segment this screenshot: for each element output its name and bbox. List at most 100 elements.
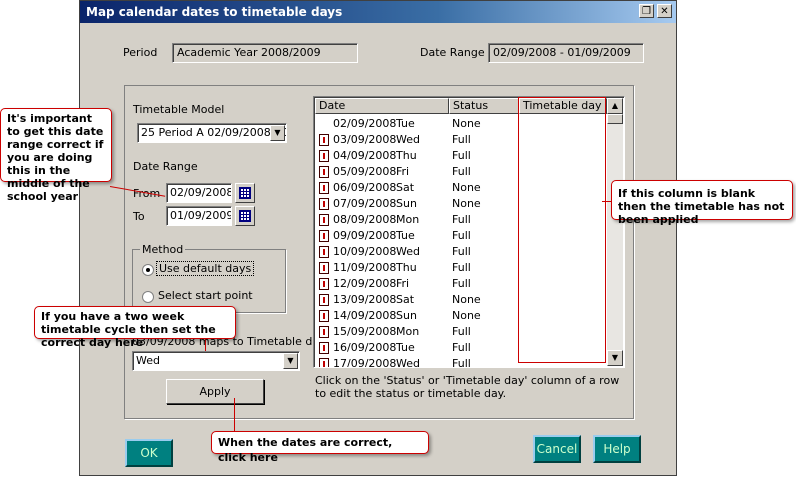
cell-day: Sat [396,181,415,194]
cell-day: Sun [396,309,417,322]
cell-date: 11/09/2008 [333,261,397,274]
document-icon [319,150,329,162]
cell-status[interactable]: None [452,196,481,212]
scroll-thumb[interactable] [607,114,623,124]
title-bar: Map calendar dates to timetable days ❐ ✕ [80,1,676,23]
callout-pointer [205,339,206,351]
date-range-top-label: Date Range [420,46,485,59]
timetable-day-select[interactable]: Wed ▼ [132,351,300,371]
cell-day: Wed [396,245,420,258]
cell-date: 09/09/2008 [333,229,397,242]
select-start-point-label[interactable]: Select start point [158,289,253,302]
column-header-status[interactable]: Status [449,98,519,114]
cell-status[interactable]: Full [452,340,471,356]
document-icon [319,326,329,338]
cell-day: Fri [396,165,410,178]
cell-day: Wed [396,357,420,368]
help-button[interactable]: Help [593,435,641,463]
vertical-scrollbar[interactable]: ▲ ▼ [607,98,623,366]
dialog-window: Map calendar dates to timetable days ❐ ✕… [79,0,677,476]
chevron-down-icon[interactable]: ▼ [270,125,285,141]
cell-status[interactable]: None [452,308,481,324]
restore-icon[interactable]: ❐ [639,4,654,18]
date-range-label: Date Range [133,160,198,173]
column-header-date[interactable]: Date [315,98,449,114]
to-date-field[interactable]: 01/09/2009 [166,206,232,226]
ok-button[interactable]: OK [125,439,173,467]
cell-status[interactable]: Full [452,148,471,164]
cell-day: Tue [396,229,415,242]
cancel-button[interactable]: Cancel [533,435,581,463]
document-icon [319,294,329,306]
document-icon [319,262,329,274]
callout-pointer [234,398,235,432]
document-icon [319,358,329,367]
radio-select-start-point[interactable] [142,291,154,303]
apply-button[interactable]: Apply [166,379,264,404]
method-label: Method [140,243,186,256]
period-field: Academic Year 2008/2009 [172,43,358,63]
cell-date: 16/09/2008 [333,341,397,354]
cell-status[interactable]: Full [452,244,471,260]
document-icon [319,230,329,242]
cell-day: Tue [396,117,415,130]
cell-status[interactable]: Full [452,132,471,148]
chevron-down-icon[interactable]: ▼ [283,353,298,369]
timetable-model-value: 25 Period A 02/09/2008 - 0 [141,126,287,139]
cell-status[interactable]: Full [452,276,471,292]
callout-dates-correct: When the dates are correct, click here [211,431,429,464]
cell-status[interactable]: Full [452,260,471,276]
cell-date: 05/09/2008 [333,165,397,178]
callout-week-cycle: If you have a two week timetable cycle t… [34,306,236,349]
cell-date: 10/09/2008 [333,245,397,258]
timetable-model-select[interactable]: 25 Period A 02/09/2008 - 0 ▼ [137,123,287,143]
cell-date: 13/09/2008 [333,293,397,306]
date-range-top-field: 02/09/2008 - 01/09/2009 [488,43,644,63]
cell-day: Fri [396,277,410,290]
to-calendar-icon[interactable] [235,206,255,226]
timetable-day-highlight [518,97,606,363]
cell-date: 12/09/2008 [333,277,397,290]
cell-day: Sun [396,197,417,210]
cell-status[interactable]: Full [452,228,471,244]
radio-use-default-days[interactable] [142,264,154,276]
from-calendar-icon[interactable] [235,183,255,203]
period-label: Period [123,46,158,59]
scroll-down-icon[interactable]: ▼ [607,350,623,366]
hint-text: Click on the 'Status' or 'Timetable day'… [315,374,620,400]
cell-status[interactable]: Full [452,164,471,180]
cell-day: Thu [396,149,417,162]
cell-date: 08/09/2008 [333,213,397,226]
scroll-up-icon[interactable]: ▲ [607,98,623,114]
to-label: To [133,210,145,223]
cell-status[interactable]: Full [452,324,471,340]
document-icon [319,134,329,146]
document-icon [319,182,329,194]
document-icon [319,246,329,258]
cell-date: 04/09/2008 [333,149,397,162]
cell-status[interactable]: Full [452,356,471,367]
cell-status[interactable]: Full [452,212,471,228]
window-title: Map calendar dates to timetable days [86,5,343,19]
cell-date: 07/09/2008 [333,197,397,210]
cell-day: Sat [396,293,415,306]
method-group [132,249,286,313]
cell-status[interactable]: None [452,180,481,196]
use-default-days-label[interactable]: Use default days [156,261,255,276]
from-date-field[interactable]: 02/09/2008 [166,183,232,203]
callout-date-range: It's important to get this date range co… [0,108,112,203]
cell-date: 02/09/2008 [333,117,397,130]
cell-day: Tue [396,341,415,354]
cell-day: Mon [396,213,420,226]
cell-status[interactable]: None [452,116,481,132]
cell-day: Thu [396,261,417,274]
cell-date: 17/09/2008 [333,357,397,368]
cell-status[interactable]: None [452,292,481,308]
document-icon [319,310,329,322]
timetable-model-label: Timetable Model [133,103,225,116]
callout-column-blank: If this column is blank then the timetab… [611,180,793,226]
close-icon[interactable]: ✕ [657,4,672,18]
cell-day: Wed [396,133,420,146]
cell-date: 03/09/2008 [333,133,397,146]
timetable-day-value: Wed [136,354,160,367]
